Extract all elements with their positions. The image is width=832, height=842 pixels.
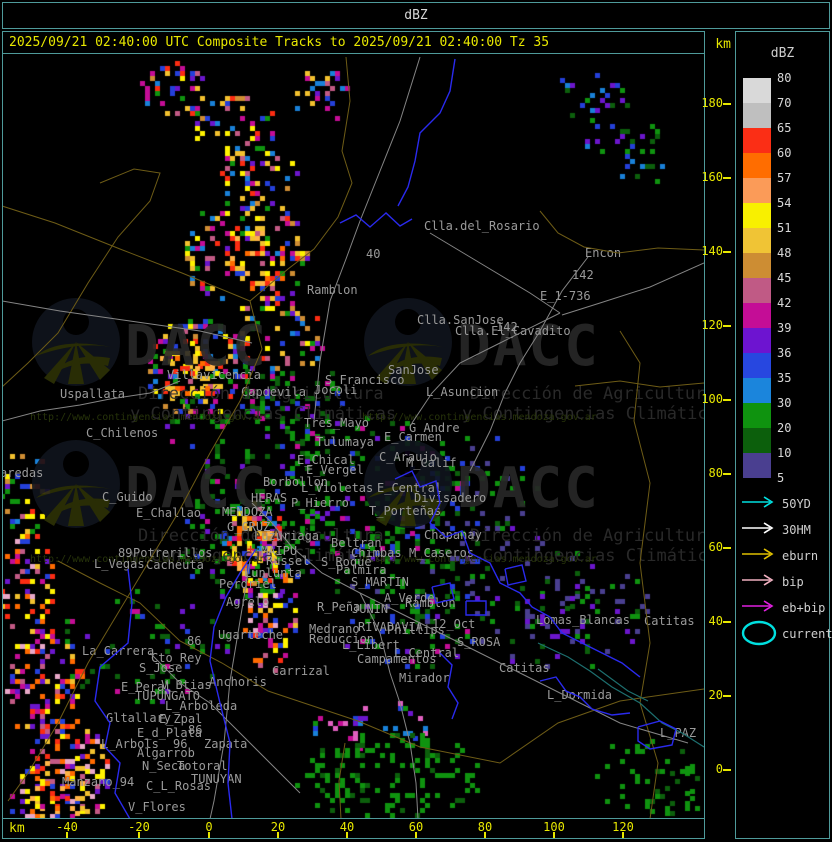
dbz-scale-label: 30 [777,396,792,410]
x-axis-tick [208,832,210,838]
legend-label: 30HM [782,523,811,537]
dbz-scale-label: 39 [777,321,792,335]
header-title: dBZ [404,8,428,23]
legend-item-current: current [740,620,832,648]
legend-label: eburn [782,549,819,563]
dbz-scale-panel: dBZ 80 70 65 60 57 54 51 48 45 42 39 36 35 30 20 10 5 50Y… [735,31,832,839]
eb+bip-arrow-icon [742,600,774,612]
dbz-color-band [743,128,771,153]
current-ellipse-icon [741,620,777,646]
dbz-scale-label: 35 [777,371,792,385]
x-axis-tick [346,832,348,838]
y-axis-unit: km [715,37,731,52]
y-axis-tick [723,251,731,253]
y-axis-tick-label: 180 [701,96,723,110]
dbz-scale-label: 57 [777,171,792,185]
dbz-color-band [743,378,771,403]
y-axis-tick [723,547,731,549]
y-axis-tick [723,177,731,179]
dbz-scale-label: 5 [777,471,785,485]
x-axis-tick [622,832,624,838]
legend-item-30hm: 30HM [740,520,828,544]
y-axis: km 180 160 140 120 100 80 60 40 20 0 [701,31,735,839]
y-axis-tick-label: 100 [701,392,723,406]
dbz-color-band [743,153,771,178]
dbz-scale-label: 45 [777,271,792,285]
y-axis-tick [723,399,731,401]
y-axis-tick-label: 60 [708,540,723,554]
legend-label: eb+bip [782,601,826,615]
y-axis-tick [723,103,731,105]
x-axis-tick [553,832,555,838]
y-axis-tick-label: 0 [715,762,723,776]
dbz-scale-label: 70 [777,96,792,110]
dbz-color-band [743,203,771,228]
30HM-arrow-icon [742,522,774,534]
dbz-color-band [743,228,771,253]
x-axis-tick [277,832,279,838]
x-axis-unit: km [9,821,25,836]
dbz-scale-label: 10 [777,446,792,460]
y-axis-tick-label: 160 [701,170,723,184]
legend-label: bip [782,575,804,589]
legend-label: current [782,627,832,641]
x-axis-tick [484,832,486,838]
y-axis-tick [723,769,731,771]
header-bar: dBZ [2,2,830,29]
dbz-color-band [743,353,771,378]
y-axis-tick-label: 120 [701,318,723,332]
x-axis-tick [415,832,417,838]
radar-map-panel: 2025/09/21 02:40:00 UTC Composite Tracks… [2,31,705,839]
legend-item-bip: bip [740,572,828,596]
radar-map-view: DACC Dirección de Agricultura y Contingenc… [3,55,704,818]
dbz-color-band [743,453,771,478]
x-axis-tick [66,832,68,838]
eburn-arrow-icon [742,548,774,560]
map-timestamp-title: 2025/09/21 02:40:00 UTC Composite Tracks… [3,32,704,54]
x-axis-tick [138,832,140,838]
dbz-color-band [743,278,771,303]
y-axis-tick [723,473,731,475]
dbz-scale-label: 48 [777,246,792,260]
dbz-color-band [743,328,771,353]
50YD-arrow-icon [742,496,774,508]
dbz-scale-label: 54 [777,196,792,210]
map-lines-layer [3,56,704,818]
dbz-scale-label: 60 [777,146,792,160]
dbz-scale-label: 42 [777,296,792,310]
x-axis: km -40 -20 0 20 40 60 80 100 120 [3,818,704,838]
legend-item-eburn: eburn [740,546,828,570]
dbz-scale-label: 80 [777,71,792,85]
dbz-scale-label: 20 [777,421,792,435]
dbz-scale-label: 65 [777,121,792,135]
dbz-scale-label: 51 [777,221,792,235]
legend-item-50yd: 50YD [740,494,828,518]
dbz-color-band [743,78,771,103]
y-axis-tick-label: 20 [708,688,723,702]
y-axis-tick [723,621,731,623]
legend-item-eb-bip: eb+bip [740,598,828,622]
y-axis-tick-label: 80 [708,466,723,480]
dbz-color-band [743,103,771,128]
dbz-color-band [743,178,771,203]
dbz-scale-label: 36 [777,346,792,360]
y-axis-tick [723,695,731,697]
scale-title: dBZ [770,46,795,61]
y-axis-tick-label: 40 [708,614,723,628]
dbz-color-band [743,428,771,453]
dbz-color-band [743,253,771,278]
y-axis-tick [723,325,731,327]
dbz-color-band [743,303,771,328]
y-axis-tick-label: 140 [701,244,723,258]
dbz-color-band [743,403,771,428]
bip-arrow-icon [742,574,774,586]
legend-label: 50YD [782,497,811,511]
